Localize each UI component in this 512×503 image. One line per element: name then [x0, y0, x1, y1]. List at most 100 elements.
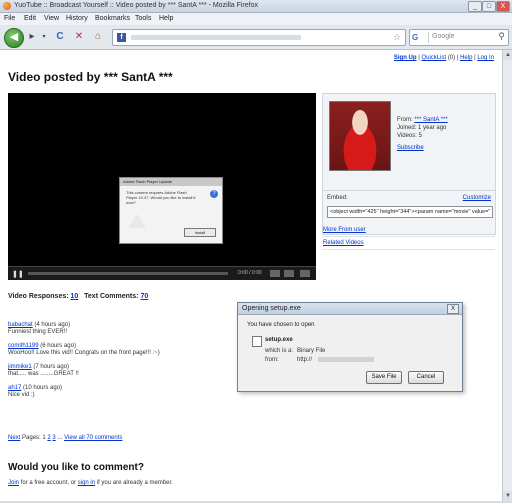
scroll-down-icon[interactable]: ▼ — [503, 491, 512, 501]
address-bar[interactable]: f ☆ — [112, 29, 406, 46]
play-pause-button[interactable]: ❚❚ — [12, 270, 24, 278]
comment-item: jimmike1 (7 hours ago) that..... was ...… — [8, 364, 79, 377]
fullscreen-icon[interactable] — [300, 270, 310, 277]
more-from-user-row: More From user — [322, 225, 495, 237]
from-url-value: http:// — [297, 357, 313, 363]
video-player[interactable]: Adobe Flash Player Update This content r… — [8, 93, 316, 279]
subscribe-link[interactable]: Subscribe — [397, 145, 424, 151]
page-3-link[interactable]: 3 — [52, 435, 55, 441]
uploader-info-panel: From: *** SantA *** Joined: 1 year ago V… — [322, 93, 496, 235]
uploader-meta: From: *** SantA *** Joined: 1 year ago V… — [397, 117, 448, 139]
file-type-value: Binary File — [297, 348, 326, 354]
maximize-button[interactable]: □ — [482, 1, 496, 12]
scroll-up-icon[interactable]: ▲ — [503, 50, 512, 60]
menu-file[interactable]: File — [4, 15, 15, 22]
comment-heading: Would you like to comment? — [8, 462, 144, 473]
next-page-link[interactable]: Next — [8, 435, 20, 441]
comment-user-link[interactable]: ah17 — [8, 385, 21, 391]
current-page: 1 — [42, 435, 46, 441]
responses-summary: Video Responses: 10 Text Comments: 70 — [8, 293, 149, 300]
firefox-logo-icon — [3, 2, 11, 10]
video-responses-link[interactable]: 10 — [71, 293, 79, 300]
comment-user-link[interactable]: jimmike1 — [8, 364, 32, 370]
vertical-scrollbar[interactable]: ▲ ▼ — [502, 50, 512, 501]
web-page: Sign Up | QuickList (0) | Help | Log In … — [0, 50, 502, 501]
help-link[interactable]: Help — [460, 55, 472, 61]
minimize-button[interactable]: _ — [468, 1, 482, 12]
comment-item: comith1199 (6 hours ago) WooHoo!! Love t… — [8, 343, 160, 356]
quicklist-link[interactable]: QuickList — [421, 55, 446, 61]
comment-user-link[interactable]: comith1199 — [8, 343, 39, 349]
divider — [323, 190, 495, 191]
download-dialog-title-bar: Opening setup.exe X — [238, 303, 462, 315]
dialog-filename: setup.exe — [265, 337, 293, 343]
google-search-engine-icon[interactable]: G — [412, 32, 429, 43]
comment-item: ah17 (10 hours ago) Nice vid :) — [8, 385, 63, 398]
page-title: Video posted by *** SantA *** — [8, 70, 173, 84]
navigation-toolbar: ◀ ▸ ▾ C ✕ ⌂ f ☆ G Google ⚲ — [0, 25, 512, 50]
flash-dialog-title: Adobe Flash Player Update — [120, 178, 222, 186]
menu-view[interactable]: View — [44, 15, 59, 22]
menu-bookmarks[interactable]: Bookmarks — [95, 15, 130, 22]
signup-link[interactable]: Sign Up — [394, 55, 417, 61]
save-file-button[interactable]: Save File — [366, 371, 402, 384]
join-prompt: Join for a free account, or sign in if y… — [8, 480, 173, 486]
search-icon[interactable]: ⚲ — [498, 31, 505, 42]
comment-item: babachat (4 hours ago) Funniest thing EV… — [8, 322, 71, 335]
uploader-avatar[interactable] — [329, 101, 391, 171]
search-input[interactable]: Google — [432, 33, 455, 40]
dialog-intro-text: You have chosen to open — [247, 322, 315, 328]
cancel-button[interactable]: Cancel — [408, 371, 444, 384]
related-videos-row: Related Videos — [322, 238, 495, 250]
reload-icon[interactable]: C — [54, 31, 66, 43]
warning-icon — [128, 214, 146, 228]
resize-icon[interactable] — [284, 270, 294, 277]
window-title: YuoTube :: Broadcast Yourself :: Video p… — [14, 2, 258, 9]
back-button[interactable]: ◀ — [4, 28, 24, 48]
site-favicon-icon: f — [117, 33, 126, 42]
menu-help[interactable]: Help — [159, 15, 173, 22]
question-icon: ? — [210, 190, 218, 198]
comments-pager: Next Pages: 1 2 3 ... View all 70 commen… — [8, 435, 123, 441]
menu-history[interactable]: History — [66, 15, 88, 22]
view-all-comments-link[interactable]: View all 70 comments — [64, 435, 122, 441]
join-link[interactable]: Join — [8, 480, 19, 486]
search-box[interactable]: G Google ⚲ — [409, 29, 509, 46]
window-title-bar: YuoTube :: Broadcast Yourself :: Video p… — [0, 0, 512, 13]
related-videos-link[interactable]: Related Videos — [323, 240, 364, 246]
home-icon[interactable]: ⌂ — [92, 31, 104, 43]
embed-label: Embed: — [327, 195, 348, 201]
bookmark-star-icon[interactable]: ☆ — [393, 32, 401, 43]
obscured-url — [131, 35, 301, 40]
volume-icon[interactable] — [270, 270, 280, 277]
sign-in-link[interactable]: sign in — [78, 480, 95, 486]
file-icon — [252, 336, 262, 347]
stop-icon[interactable]: ✕ — [73, 31, 85, 43]
close-button[interactable]: X — [496, 1, 510, 12]
more-from-user-link[interactable]: More From user — [323, 227, 366, 233]
fake-flash-update-dialog[interactable]: Adobe Flash Player Update This content r… — [119, 177, 223, 244]
uploader-name-link[interactable]: *** SantA *** — [414, 117, 447, 123]
menu-edit[interactable]: Edit — [24, 15, 36, 22]
menu-tools[interactable]: Tools — [135, 15, 151, 22]
forward-icon[interactable]: ▸ — [26, 31, 38, 43]
from-label: from: — [265, 357, 279, 363]
history-dropdown-icon[interactable]: ▾ — [38, 31, 50, 43]
flash-install-button[interactable]: Install — [184, 228, 216, 237]
dialog-close-button[interactable]: X — [447, 304, 459, 314]
text-comments-link[interactable]: 70 — [140, 293, 148, 300]
menu-bar: File Edit View History Bookmarks Tools H… — [0, 13, 512, 25]
progress-bar[interactable] — [28, 272, 228, 275]
login-link[interactable]: Log In — [477, 55, 494, 61]
comment-user-link[interactable]: babachat — [8, 322, 33, 328]
embed-code-field[interactable]: <object width="425" height="344"><param … — [327, 206, 493, 218]
player-controls: ❚❚ 0:00 / 0:00 — [8, 266, 316, 280]
flash-dialog-message: This content requires Adobe Flash Player… — [126, 190, 196, 205]
videos-count: Videos: 5 — [397, 133, 422, 139]
obscured-source-url — [318, 357, 374, 362]
which-is-label: which is a: — [265, 348, 294, 354]
page-2-link[interactable]: 2 — [47, 435, 50, 441]
customize-link[interactable]: Customize — [463, 195, 491, 201]
download-dialog: Opening setup.exe X You have chosen to o… — [237, 302, 463, 392]
player-time: 0:00 / 0:00 — [238, 270, 262, 276]
